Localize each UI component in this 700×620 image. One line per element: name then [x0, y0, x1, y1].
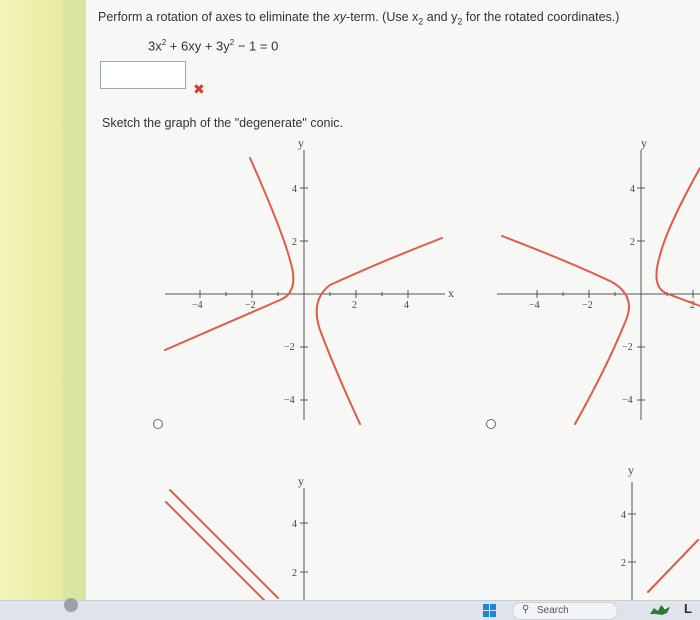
y-tick-label: 2 — [621, 558, 626, 569]
y-axis-label: y — [628, 463, 634, 477]
taskbar-search[interactable]: ⚲ Search — [512, 602, 618, 620]
dragon-icon[interactable] — [648, 602, 672, 618]
browser-edge-icon[interactable] — [64, 598, 78, 612]
line-upper — [647, 539, 699, 593]
os-taskbar: ⚲ Search L — [0, 600, 700, 620]
windows-start-icon[interactable] — [483, 604, 497, 618]
graph-option-d: y 4 2 — [621, 463, 699, 600]
search-icon: ⚲ — [522, 604, 530, 615]
y-tick-label: 4 — [621, 510, 626, 521]
tray-letter: L — [684, 601, 692, 616]
